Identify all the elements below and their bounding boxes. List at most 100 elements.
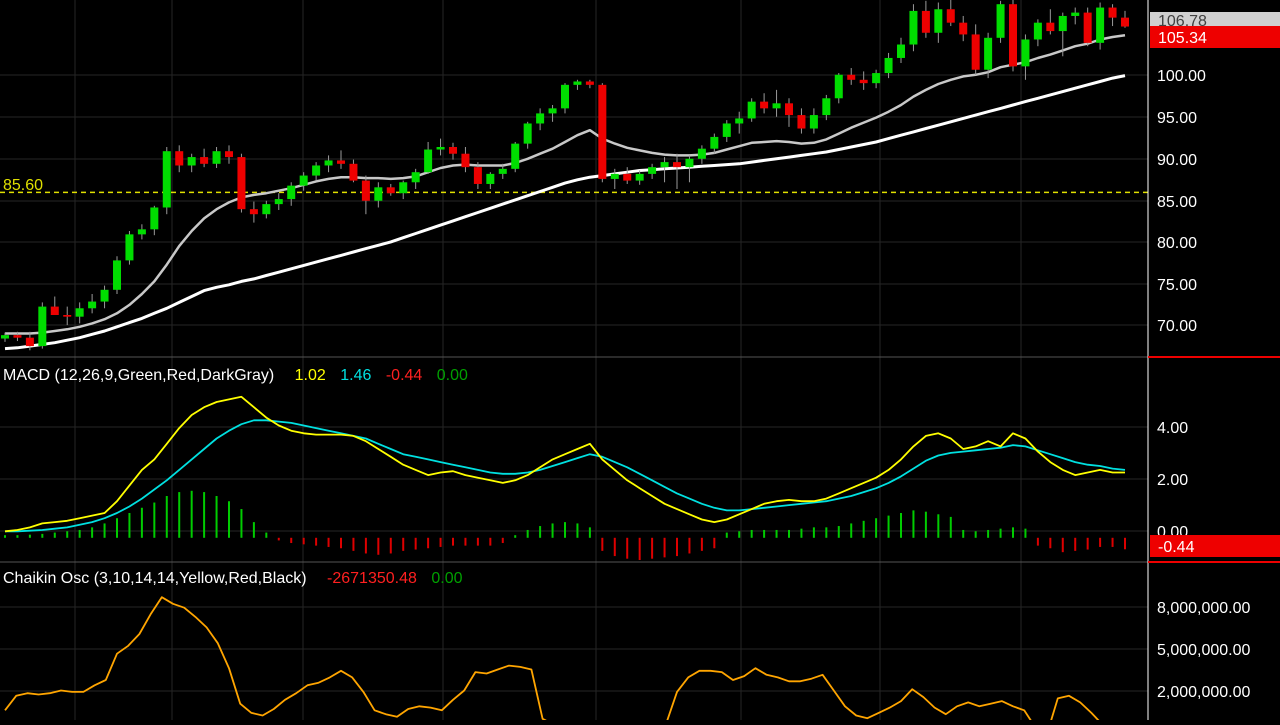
candle-up bbox=[511, 143, 520, 169]
candle-up bbox=[374, 187, 383, 201]
candle-up bbox=[424, 149, 433, 173]
candle-up bbox=[150, 207, 159, 230]
candle-down bbox=[473, 167, 482, 184]
candle-up bbox=[685, 158, 694, 168]
stock-chart: 85.60 MACD (12,26,9,Green,Red,DarkGray) … bbox=[0, 0, 1280, 725]
candle-up bbox=[1071, 12, 1080, 16]
price-axis-tick: 85.00 bbox=[1157, 194, 1197, 211]
candle-up bbox=[100, 289, 109, 302]
candle-up bbox=[187, 157, 196, 166]
candle-down bbox=[760, 101, 769, 109]
candle-down bbox=[237, 157, 246, 210]
candle-down bbox=[585, 81, 594, 85]
candle-down bbox=[1083, 12, 1092, 43]
candle-up bbox=[722, 123, 731, 137]
candle-up bbox=[697, 148, 706, 159]
candle-up bbox=[498, 168, 507, 174]
macd-signal-value: 1.46 bbox=[340, 367, 371, 384]
candle-up bbox=[809, 115, 818, 129]
candle-up bbox=[984, 37, 993, 70]
chaikin-axis-tick: 5,000,000.00 bbox=[1157, 642, 1251, 659]
chaikin-title: Chaikin Osc (3,10,14,14,Yellow,Red,Black… bbox=[3, 570, 307, 587]
candle-up bbox=[1021, 39, 1030, 67]
candle-up bbox=[88, 301, 97, 309]
candle-down bbox=[337, 160, 345, 164]
candle-down bbox=[349, 163, 358, 181]
price-axis-tick: 80.00 bbox=[1157, 235, 1197, 252]
candle-up bbox=[399, 182, 408, 194]
chart-background bbox=[0, 0, 1280, 720]
candle-up bbox=[75, 308, 84, 317]
chaikin-value: -2671350.48 bbox=[327, 570, 417, 587]
candle-up bbox=[747, 101, 756, 119]
candle-down bbox=[959, 22, 968, 35]
candle-up bbox=[411, 172, 420, 183]
candle-down bbox=[847, 74, 856, 80]
macd-zero-value: 0.00 bbox=[437, 367, 468, 384]
candle-down bbox=[785, 103, 793, 116]
chaikin-axis-tick: 8,000,000.00 bbox=[1157, 600, 1251, 617]
candle-down bbox=[449, 147, 457, 154]
candle-down bbox=[386, 187, 395, 194]
price-axis-tick: 70.00 bbox=[1157, 318, 1197, 335]
candle-up bbox=[710, 136, 719, 149]
macd-axis-tick: 4.00 bbox=[1157, 420, 1188, 437]
macd-hist-value: -0.44 bbox=[386, 367, 423, 384]
candle-up bbox=[38, 306, 47, 347]
candle-up bbox=[909, 10, 918, 45]
candle-up bbox=[561, 84, 569, 109]
candle-up bbox=[262, 204, 271, 215]
candle-down bbox=[25, 337, 34, 347]
candle-up bbox=[113, 260, 121, 290]
candle-down bbox=[673, 162, 681, 168]
candle-down bbox=[946, 9, 955, 23]
candle-up bbox=[212, 151, 221, 164]
candle-up bbox=[772, 103, 781, 109]
chaikin-zero-value: 0.00 bbox=[431, 570, 462, 587]
candle-up bbox=[274, 199, 283, 205]
candle-down bbox=[200, 157, 209, 164]
candle-up bbox=[897, 44, 905, 58]
candle-up bbox=[884, 57, 893, 74]
candle-up bbox=[1, 335, 9, 339]
chaikin-legend[interactable]: Chaikin Osc (3,10,14,14,Yellow,Red,Black… bbox=[3, 570, 463, 587]
candle-up bbox=[125, 234, 134, 261]
candle-up bbox=[287, 185, 296, 200]
candle-down bbox=[225, 151, 233, 158]
candle-down bbox=[13, 335, 22, 338]
candle-up bbox=[299, 175, 308, 186]
candle-up bbox=[996, 4, 1005, 38]
macd-value: 1.02 bbox=[295, 367, 326, 384]
candle-up bbox=[548, 108, 557, 114]
candle-down bbox=[249, 209, 258, 215]
candle-up bbox=[1033, 22, 1042, 40]
candle-up bbox=[822, 98, 831, 116]
candle-up bbox=[312, 165, 321, 176]
macd-title: MACD (12,26,9,Green,Red,DarkGray) bbox=[3, 367, 274, 384]
candle-down bbox=[859, 79, 868, 84]
candle-up bbox=[610, 173, 619, 179]
price-axis-tick: 75.00 bbox=[1157, 277, 1197, 294]
chart-canvas: 85.60 MACD (12,26,9,Green,Red,DarkGray) … bbox=[0, 0, 1280, 725]
last-price-tag: 105.34 bbox=[1158, 30, 1207, 47]
macd-axis-tick: 2.00 bbox=[1157, 472, 1188, 489]
candle-down bbox=[361, 180, 370, 201]
candle-down bbox=[623, 173, 632, 181]
candle-up bbox=[536, 113, 545, 124]
candle-down bbox=[175, 151, 184, 166]
candle-up bbox=[1058, 15, 1067, 32]
candle-down bbox=[1009, 4, 1017, 67]
candle-down bbox=[971, 34, 980, 70]
candle-up bbox=[1096, 7, 1105, 43]
candle-down bbox=[797, 115, 806, 129]
candle-down bbox=[1108, 7, 1117, 18]
candle-down bbox=[1046, 22, 1055, 32]
candle-down bbox=[63, 315, 72, 317]
price-axis-tick: 90.00 bbox=[1157, 152, 1197, 169]
candle-up bbox=[660, 162, 669, 168]
price-axis-tick: 95.00 bbox=[1157, 110, 1197, 127]
candle-down bbox=[598, 84, 607, 179]
macd-legend[interactable]: MACD (12,26,9,Green,Red,DarkGray) 1.02 1… bbox=[3, 367, 468, 384]
candle-up bbox=[834, 74, 843, 99]
candle-up bbox=[486, 173, 495, 184]
